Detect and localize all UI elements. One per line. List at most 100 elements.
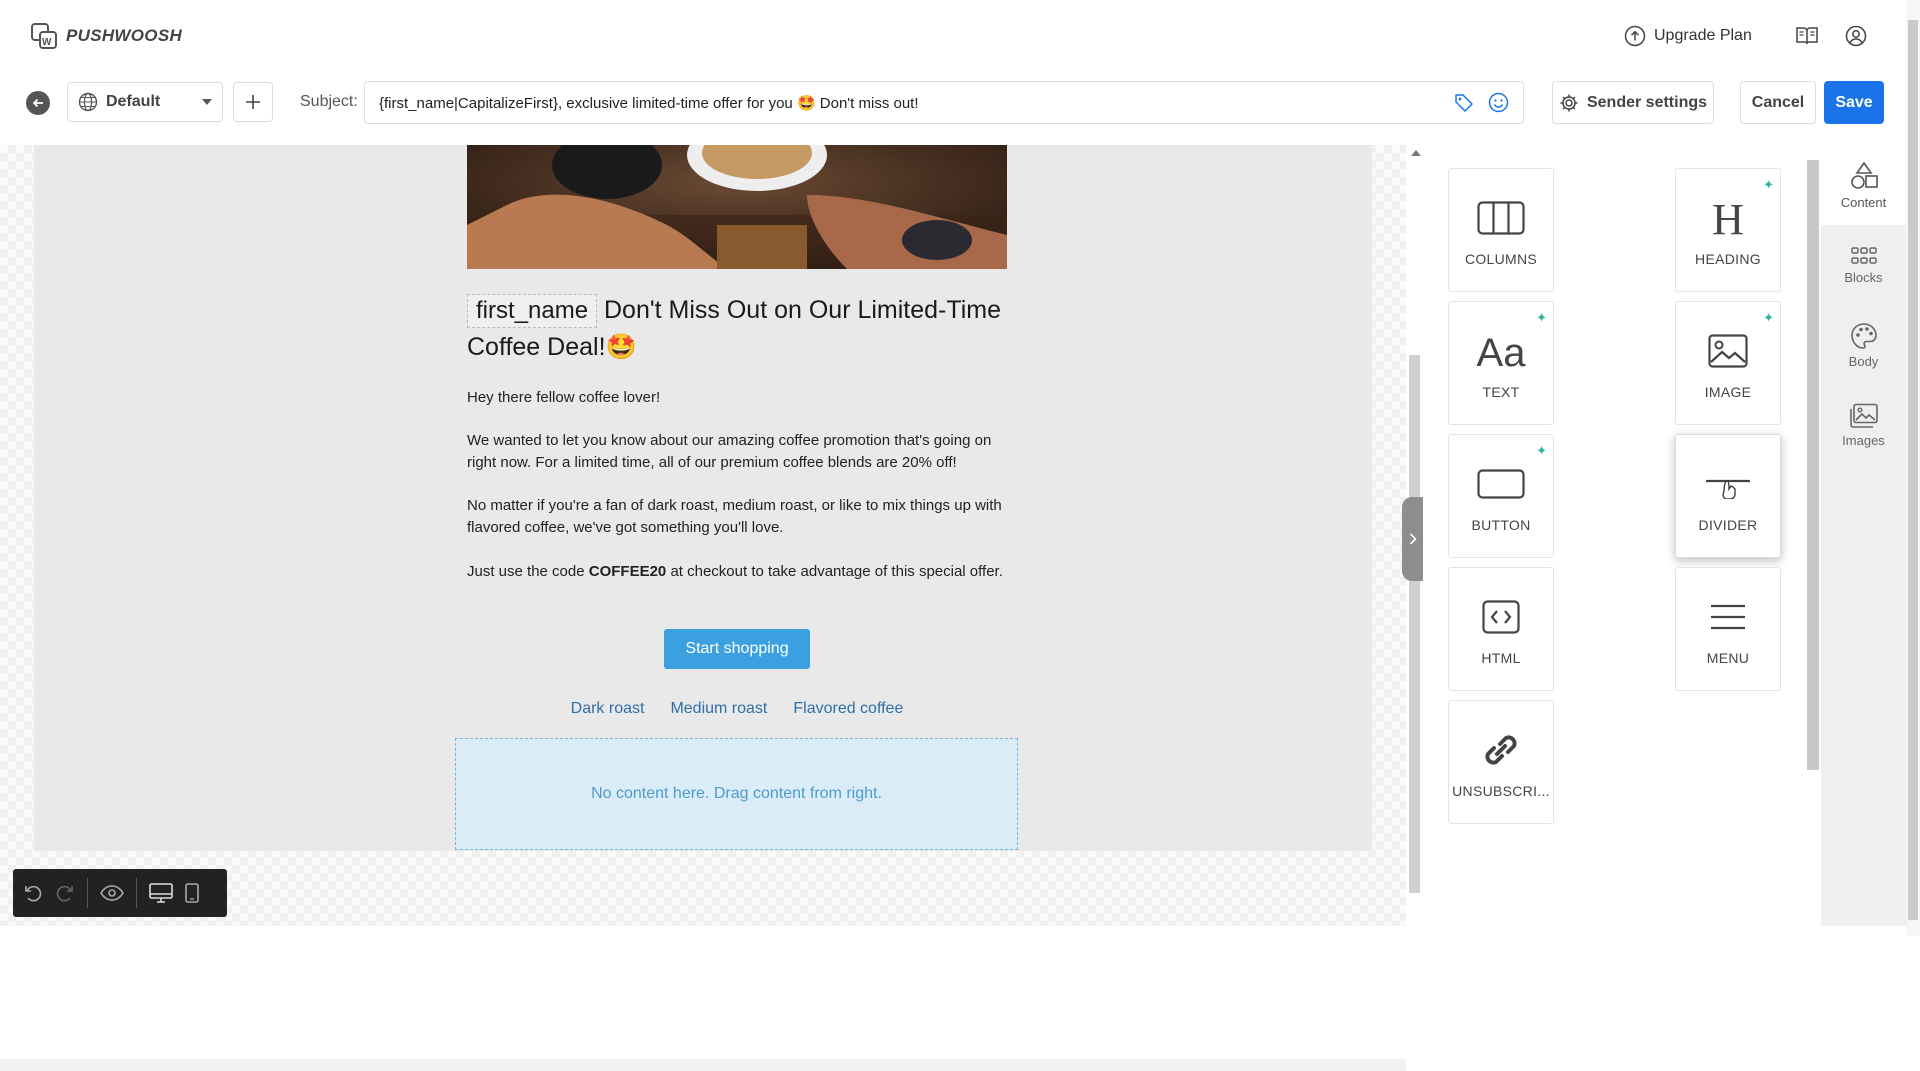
arrow-left-icon xyxy=(32,98,43,108)
ai-sparkle-icon: ✦ xyxy=(1763,177,1774,192)
gear-icon xyxy=(1560,94,1578,111)
email-body-area: first_name Don't Miss Out on Our Limited… xyxy=(34,145,1372,851)
code-text-before: Just use the code xyxy=(467,563,589,580)
svg-text:Aa: Aa xyxy=(1477,331,1527,371)
panel-scroll-thumb[interactable] xyxy=(1807,160,1819,770)
block-unsubscribe[interactable]: UNSUBSCRI... xyxy=(1448,700,1554,824)
ai-sparkle-icon: ✦ xyxy=(1763,310,1774,325)
cancel-button[interactable]: Cancel xyxy=(1740,81,1816,124)
emoji-icon[interactable] xyxy=(1488,92,1509,113)
block-heading-label: HEADING xyxy=(1695,251,1761,267)
language-value: Default xyxy=(106,93,161,110)
canvas-scroll-thumb[interactable] xyxy=(1409,355,1420,893)
link-icon xyxy=(1485,735,1517,765)
window-scroll-thumb[interactable] xyxy=(1908,20,1918,920)
chevron-right-icon xyxy=(1409,533,1417,545)
code-paragraph[interactable]: Just use the code COFFEE20 at checkout t… xyxy=(467,561,1012,583)
tab-blocks[interactable]: Blocks xyxy=(1821,225,1906,305)
upgrade-plan-label: Upgrade Plan xyxy=(1654,27,1752,44)
editor-canvas: first_name Don't Miss Out on Our Limited… xyxy=(0,145,1406,1071)
content-blocks-panel: COLUMNS ✦ H HEADING ✦ Aa TEXT ✦ IMAGE ✦ … xyxy=(1411,145,1821,926)
block-html[interactable]: HTML xyxy=(1448,567,1554,691)
empty-drop-zone[interactable]: No content here. Drag content from right… xyxy=(455,738,1018,850)
block-columns[interactable]: COLUMNS xyxy=(1448,168,1554,292)
pushwoosh-logo-icon: W xyxy=(31,23,57,49)
tab-images[interactable]: Images xyxy=(1821,385,1906,465)
tag-icon[interactable] xyxy=(1454,93,1474,113)
subject-value: {first_name|CapitalizeFirst}, exclusive … xyxy=(379,94,919,112)
side-tabs: Content Blocks Body Images xyxy=(1821,145,1906,926)
caret-down-icon xyxy=(202,99,212,105)
tab-images-label: Images xyxy=(1842,432,1885,448)
account-user-icon[interactable] xyxy=(1845,25,1867,47)
plus-icon xyxy=(246,95,260,109)
undo-icon[interactable] xyxy=(23,883,43,903)
subject-input[interactable]: {first_name|CapitalizeFirst}, exclusive … xyxy=(364,81,1524,124)
images-gallery-icon xyxy=(1849,403,1878,428)
link-dark-roast[interactable]: Dark roast xyxy=(571,700,645,718)
horizontal-scrollbar[interactable] xyxy=(0,1059,1406,1071)
upgrade-plan-button[interactable]: Upgrade Plan xyxy=(1624,25,1752,47)
svg-text:H: H xyxy=(1712,198,1744,238)
palette-icon xyxy=(1850,322,1877,349)
globe-icon xyxy=(78,92,98,112)
grid-dots-icon xyxy=(1850,246,1877,264)
block-button-label: BUTTON xyxy=(1471,517,1531,533)
subject-label: Subject: xyxy=(300,93,358,110)
block-image[interactable]: ✦ IMAGE xyxy=(1675,301,1781,425)
start-shopping-button[interactable]: Start shopping xyxy=(664,629,810,669)
code-text-after: at checkout to take advantage of this sp… xyxy=(666,563,1003,580)
save-button[interactable]: Save xyxy=(1824,81,1884,124)
desktop-view-icon[interactable] xyxy=(149,883,173,903)
menu-icon xyxy=(1711,604,1745,630)
block-button[interactable]: ✦ BUTTON xyxy=(1448,434,1554,558)
heading-icon: H xyxy=(1712,198,1744,238)
svg-text:W: W xyxy=(42,37,52,48)
redo-icon[interactable] xyxy=(55,883,75,903)
tab-body[interactable]: Body xyxy=(1821,305,1906,385)
email-menu-links: Dark roast Medium roast Flavored coffee xyxy=(467,700,1007,718)
sender-settings-label: Sender settings xyxy=(1586,93,1708,111)
button-icon xyxy=(1477,469,1525,499)
promo-paragraph[interactable]: We wanted to let you know about our amaz… xyxy=(467,430,1012,474)
preview-eye-icon[interactable] xyxy=(100,885,124,901)
hero-image[interactable] xyxy=(467,145,1007,269)
ai-sparkle-icon: ✦ xyxy=(1536,310,1547,325)
link-flavored-coffee[interactable]: Flavored coffee xyxy=(793,700,903,718)
block-html-label: HTML xyxy=(1481,650,1521,666)
email-heading[interactable]: first_name Don't Miss Out on Our Limited… xyxy=(467,292,1007,366)
tab-content[interactable]: Content xyxy=(1821,145,1906,225)
docs-book-icon[interactable] xyxy=(1796,26,1818,46)
text-icon: Aa xyxy=(1477,331,1527,371)
collapse-panel-toggle[interactable] xyxy=(1402,497,1424,581)
block-menu[interactable]: MENU xyxy=(1675,567,1781,691)
block-divider-label: DIVIDER xyxy=(1698,517,1758,533)
language-select[interactable]: Default xyxy=(67,82,223,122)
tools-divider-2 xyxy=(136,878,137,908)
tab-body-label: Body xyxy=(1848,353,1879,369)
tab-content-label: Content xyxy=(1840,194,1887,210)
sender-settings-button[interactable]: Sender settings xyxy=(1552,81,1714,124)
block-text[interactable]: ✦ Aa TEXT xyxy=(1448,301,1554,425)
block-divider[interactable]: DIVIDER xyxy=(1675,434,1781,558)
block-columns-label: COLUMNS xyxy=(1464,251,1538,267)
first-name-variable-chip[interactable]: first_name xyxy=(467,294,598,328)
ai-sparkle-icon: ✦ xyxy=(1536,443,1547,458)
link-medium-roast[interactable]: Medium roast xyxy=(670,700,767,718)
greeting-paragraph[interactable]: Hey there fellow coffee lover! xyxy=(467,387,1012,409)
html-icon xyxy=(1482,600,1520,634)
back-button[interactable] xyxy=(26,91,50,115)
block-unsubscribe-label: UNSUBSCRI... xyxy=(1452,783,1550,799)
block-heading[interactable]: ✦ H HEADING xyxy=(1675,168,1781,292)
add-language-button[interactable] xyxy=(233,82,273,122)
block-menu-label: MENU xyxy=(1706,650,1750,666)
promo-code: COFFEE20 xyxy=(588,563,667,580)
app-logo[interactable]: W PUSHWOOSH xyxy=(30,22,182,50)
scroll-up-arrow-icon[interactable] xyxy=(1411,150,1421,156)
roast-paragraph[interactable]: No matter if you're a fan of dark roast,… xyxy=(467,495,1012,539)
mobile-view-icon[interactable] xyxy=(185,883,199,903)
shapes-icon xyxy=(1850,161,1878,189)
tools-divider xyxy=(87,878,88,908)
canvas-tools xyxy=(13,869,227,917)
top-bar: W PUSHWOOSH Upgrade Plan xyxy=(0,0,1906,73)
